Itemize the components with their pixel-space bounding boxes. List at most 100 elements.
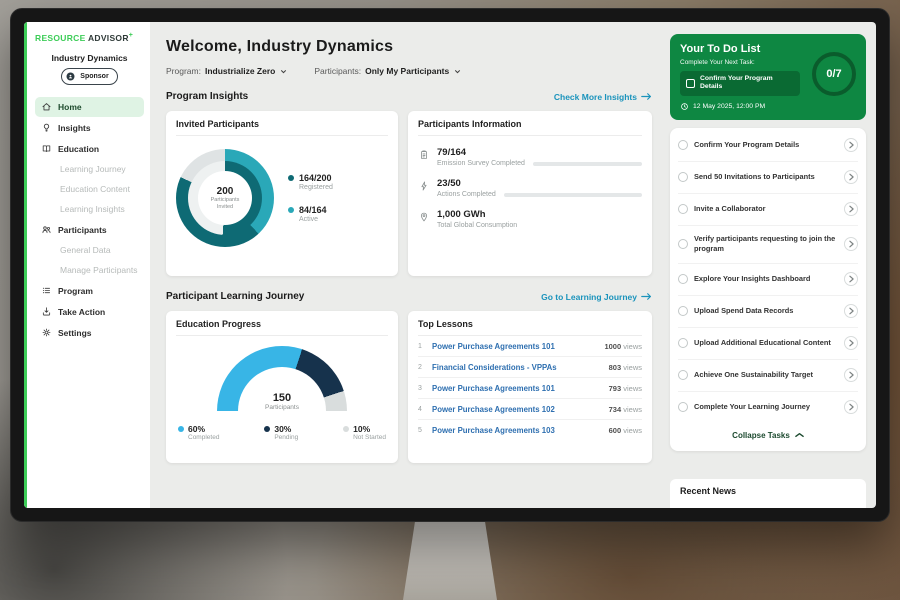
education-progress-gauge: 150 Participants — [217, 346, 347, 411]
sidebar-item-general-data[interactable]: General Data — [35, 241, 144, 260]
task-row[interactable]: Complete Your Learning Journey — [678, 392, 858, 423]
legend-label: Registered — [299, 184, 333, 191]
sidebar-item-education-content[interactable]: Education Content — [35, 180, 144, 199]
gauge-legend-item-pending: 30% Pending — [264, 424, 298, 441]
check-more-insights-link[interactable]: Check More Insights — [554, 92, 652, 102]
program-filter-value: Industrialize Zero — [205, 66, 275, 76]
sponsor-badge-wrap: Sponsor — [35, 68, 144, 85]
sidebar-item-label: Learning Insights — [60, 204, 125, 214]
task-open-button[interactable] — [844, 138, 858, 152]
task-row[interactable]: Upload Spend Data Records — [678, 296, 858, 328]
task-label: Invite a Collaborator — [694, 204, 838, 214]
collapse-tasks-button[interactable]: Collapse Tasks — [678, 423, 858, 449]
legend-dot-registered — [288, 175, 294, 181]
task-checkbox[interactable] — [678, 370, 688, 380]
program-insights-header: Program Insights Check More Insights — [166, 91, 652, 102]
stat-sub: Actions Completed — [437, 191, 642, 198]
gauge-legend-dot-2 — [343, 426, 349, 432]
task-checkbox[interactable] — [678, 402, 688, 412]
sidebar-item-learning-insights[interactable]: Learning Insights — [35, 200, 144, 219]
task-row[interactable]: Upload Additional Educational Content — [678, 328, 858, 360]
task-open-button[interactable] — [844, 170, 858, 184]
clock-icon — [680, 102, 689, 111]
sidebar-item-home[interactable]: Home — [35, 97, 144, 117]
task-checkbox[interactable] — [678, 204, 688, 214]
app-logo: RESOURCE ADVISOR+ — [35, 32, 144, 43]
sponsor-badge[interactable]: Sponsor — [61, 68, 117, 85]
sidebar-item-manage-participants[interactable]: Manage Participants — [35, 261, 144, 280]
task-open-button[interactable] — [844, 304, 858, 318]
donut-center-caption: Participants Invited — [204, 197, 246, 211]
chevron-down-icon — [279, 67, 288, 76]
program-filter-dropdown[interactable]: Program: Industrialize Zero — [166, 66, 288, 76]
task-checkbox[interactable] — [678, 172, 688, 182]
stat-body: 79/164 Emission Survey Completed — [437, 147, 642, 167]
task-open-button[interactable] — [844, 202, 858, 216]
lesson-title-link[interactable]: Power Purchase Agreements 101 — [432, 384, 603, 393]
card-title: Participants Information — [418, 119, 642, 136]
sidebar-item-label: Participants — [58, 225, 107, 235]
scene-background: RESOURCE ADVISOR+ Industry Dynamics Spon… — [0, 0, 900, 600]
lesson-row[interactable]: 4 Power Purchase Agreements 102 734 view… — [418, 399, 642, 420]
learning-journey-title: Participant Learning Journey — [166, 291, 304, 302]
task-label: Upload Spend Data Records — [694, 306, 838, 316]
task-open-button[interactable] — [844, 368, 858, 382]
card-title: Top Lessons — [418, 319, 642, 336]
sidebar-item-take-action[interactable]: Take Action — [35, 302, 144, 322]
sidebar-item-label: Take Action — [58, 307, 105, 317]
go-to-learning-journey-link[interactable]: Go to Learning Journey — [541, 292, 652, 302]
task-open-button[interactable] — [844, 237, 858, 251]
task-row[interactable]: Send 50 Invitations to Participants — [678, 162, 858, 194]
task-checkbox[interactable] — [678, 239, 688, 249]
lesson-title-link[interactable]: Power Purchase Agreements 101 — [432, 342, 598, 351]
task-row[interactable]: Verify participants requesting to join t… — [678, 226, 858, 264]
task-row[interactable]: Confirm Your Program Details — [678, 130, 858, 162]
sidebar-item-settings[interactable]: Settings — [35, 323, 144, 343]
lesson-row[interactable]: 2 Financial Considerations - VPPAs 803 v… — [418, 357, 642, 378]
participants-information-card: Participants Information 79/164 Emission… — [408, 111, 652, 276]
task-checkbox[interactable] — [678, 140, 688, 150]
next-task-checkbox[interactable] — [686, 79, 695, 88]
lesson-rank: 4 — [418, 406, 426, 413]
task-row[interactable]: Invite a Collaborator — [678, 194, 858, 226]
lesson-title-link[interactable]: Power Purchase Agreements 102 — [432, 405, 603, 414]
next-task-chip[interactable]: Confirm Your Program Details — [680, 71, 800, 96]
task-row[interactable]: Explore Your Insights Dashboard — [678, 264, 858, 296]
sidebar-item-label: General Data — [60, 245, 111, 255]
due-date-text: 12 May 2025, 12:00 PM — [693, 103, 765, 110]
sidebar-item-participants[interactable]: Participants — [35, 220, 144, 240]
sidebar-item-program[interactable]: Program — [35, 281, 144, 301]
participants-filter-dropdown[interactable]: Participants: Only My Participants — [314, 66, 462, 76]
legend-value: 10% — [353, 424, 386, 434]
task-row[interactable]: Achieve One Sustainability Target — [678, 360, 858, 392]
link-label: Go to Learning Journey — [541, 292, 637, 302]
stat-body: 23/50 Actions Completed — [437, 178, 642, 198]
stat-emission-survey: 79/164 Emission Survey Completed — [418, 147, 642, 167]
task-open-button[interactable] — [844, 400, 858, 414]
chevron-right-icon — [848, 403, 855, 411]
lesson-row[interactable]: 5 Power Purchase Agreements 103 600 view… — [418, 420, 642, 440]
task-open-button[interactable] — [844, 336, 858, 350]
logo-resource-text: RESOURCE — [35, 33, 86, 43]
monitor-stand — [403, 520, 497, 600]
recent-news-header[interactable]: Recent News — [670, 479, 866, 508]
task-open-button[interactable] — [844, 272, 858, 286]
filter-bar: Program: Industrialize Zero Participants… — [166, 66, 652, 76]
clipboard-icon — [418, 148, 430, 160]
task-label: Upload Additional Educational Content — [694, 338, 838, 348]
legend-label: Completed — [188, 434, 219, 441]
sidebar-item-label: Education — [58, 144, 99, 154]
legend-dot-active — [288, 207, 294, 213]
sidebar-item-education[interactable]: Education — [35, 139, 144, 159]
sidebar-item-learning-journey[interactable]: Learning Journey — [35, 160, 144, 179]
lesson-row[interactable]: 3 Power Purchase Agreements 101 793 view… — [418, 378, 642, 399]
sidebar-item-insights[interactable]: Insights — [35, 118, 144, 138]
task-checkbox[interactable] — [678, 338, 688, 348]
lesson-title-link[interactable]: Financial Considerations - VPPAs — [432, 363, 603, 372]
task-checkbox[interactable] — [678, 274, 688, 284]
lesson-title-link[interactable]: Power Purchase Agreements 103 — [432, 426, 603, 435]
arrow-right-icon — [641, 92, 652, 101]
gear-icon — [41, 327, 52, 338]
task-checkbox[interactable] — [678, 306, 688, 316]
lesson-row[interactable]: 1 Power Purchase Agreements 101 1000 vie… — [418, 336, 642, 357]
